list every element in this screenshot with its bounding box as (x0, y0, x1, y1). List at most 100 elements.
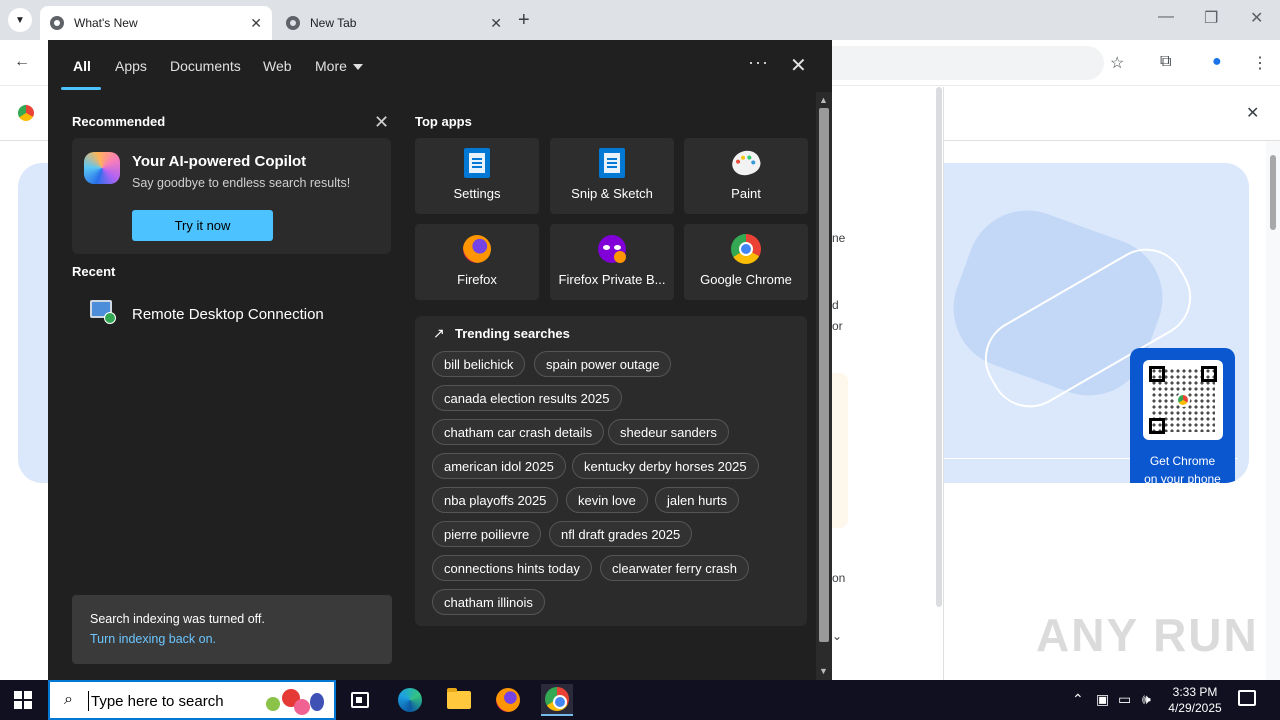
tab-new-tab[interactable]: New Tab ✕ (276, 6, 512, 40)
bookmark-star-icon[interactable]: ☆ (1110, 53, 1124, 73)
tab-whats-new[interactable]: What's New ✕ (40, 6, 272, 40)
new-tab-button[interactable]: + (518, 9, 530, 32)
filter-more-label: More (315, 58, 347, 74)
network-icon[interactable]: ▭ (1118, 691, 1131, 708)
chrome-favicon-icon (50, 16, 64, 30)
tab-search-button[interactable]: ▼ (8, 8, 32, 32)
window-close-icon[interactable]: ✕ (1250, 8, 1263, 28)
trending-chip[interactable]: chatham car crash details (432, 419, 605, 445)
remote-desktop-icon (90, 300, 116, 324)
infobar-close-icon[interactable]: ✕ (1246, 103, 1259, 123)
menu-kebab-icon[interactable]: ⋮ (1252, 53, 1268, 73)
tab-close-icon[interactable]: ✕ (250, 15, 262, 32)
firefox-icon (496, 688, 520, 712)
page-scrollbar[interactable] (1266, 141, 1280, 680)
firefox-private-icon (596, 234, 628, 264)
notification-icon[interactable] (1238, 690, 1256, 706)
top-apps-heading: Top apps (415, 114, 472, 129)
clock[interactable]: 3:33 PM 4/29/2025 (1160, 684, 1230, 716)
trending-chip[interactable]: bill belichick (432, 351, 526, 377)
scroll-up-icon[interactable]: ▲ (819, 95, 828, 105)
profile-icon[interactable]: ● (1212, 53, 1222, 71)
edge-icon (398, 688, 422, 712)
filter-web[interactable]: Web (263, 58, 292, 74)
filter-more[interactable]: More (315, 58, 363, 74)
trending-chip[interactable]: nfl draft grades 2025 (549, 521, 693, 547)
task-view-button[interactable] (344, 684, 376, 716)
taskbar-search-box[interactable]: ⌕ (48, 680, 336, 720)
extensions-icon[interactable]: ⧉ (1160, 53, 1171, 71)
app-name: Snip & Sketch (571, 186, 653, 201)
device-icon[interactable]: ▣ (1096, 691, 1109, 708)
app-tile-firefox[interactable]: Firefox (415, 224, 539, 300)
copilot-icon (84, 152, 120, 184)
trending-chip[interactable]: connections hints today (432, 555, 592, 581)
address-bar[interactable] (832, 46, 1104, 80)
taskbar-edge[interactable] (394, 684, 426, 716)
back-arrow-icon[interactable]: ← (14, 53, 30, 71)
app-tile-google-chrome[interactable]: Google Chrome (684, 224, 808, 300)
trending-chip[interactable]: spain power outage (534, 351, 672, 377)
taskbar: ⌕ ⌃ ▣ ▭ 🕪 3:33 PM 4/29/2025 (0, 680, 1280, 720)
trending-searches-card: ↗ Trending searches bill belichick spain… (415, 316, 807, 626)
search-input[interactable] (88, 691, 248, 711)
taskbar-chrome[interactable] (541, 684, 573, 716)
try-it-now-button[interactable]: Try it now (132, 210, 273, 241)
app-tile-snip-sketch[interactable]: Snip & Sketch (550, 138, 674, 214)
trending-chip[interactable]: kentucky derby horses 2025 (572, 453, 759, 479)
clock-date: 4/29/2025 (1168, 701, 1222, 715)
trending-chip[interactable]: nba playoffs 2025 (432, 487, 559, 513)
chrome-logo-icon (1176, 393, 1190, 407)
chrome-logo-icon (18, 105, 34, 121)
trending-chip[interactable]: chatham illinois (432, 589, 545, 615)
chevron-up-icon[interactable]: ⌃ (1072, 691, 1084, 708)
taskbar-firefox[interactable] (492, 684, 524, 716)
chevron-down-icon[interactable]: ⌄ (832, 629, 842, 643)
copilot-subtitle: Say goodbye to endless search results! (132, 176, 351, 190)
trending-chip[interactable]: kevin love (566, 487, 648, 513)
scrollbar-thumb[interactable] (1270, 155, 1276, 230)
minimize-icon[interactable]: — (1158, 8, 1174, 26)
filter-documents[interactable]: Documents (170, 58, 241, 74)
volume-icon[interactable]: 🕪 (1142, 691, 1151, 708)
qr-card[interactable]: Get Chrome on your phone (1130, 348, 1235, 483)
trending-chip[interactable]: shedeur sanders (608, 419, 729, 445)
indexing-message: Search indexing was turned off. (90, 612, 265, 626)
search-filter-bar: All Apps Documents Web More ··· ✕ (48, 40, 832, 92)
app-tile-firefox-private[interactable]: Firefox Private B... (550, 224, 674, 300)
indexing-notice: Search indexing was turned off. Turn ind… (72, 595, 392, 664)
paint-palette-icon (728, 146, 764, 180)
text-fragment: ne (832, 231, 846, 245)
trending-chip[interactable]: jalen hurts (655, 487, 739, 513)
recent-item-remote-desktop[interactable]: Remote Desktop Connection (72, 292, 391, 336)
trending-chip[interactable]: canada election results 2025 (432, 385, 622, 411)
firefox-icon (461, 234, 493, 264)
dismiss-recommended-icon[interactable]: ✕ (374, 112, 389, 133)
folder-icon (447, 688, 471, 709)
more-options-icon[interactable]: ··· (748, 52, 769, 73)
watermark: ANY RUN (1036, 609, 1259, 661)
search-icon: ⌕ (64, 691, 73, 708)
close-icon[interactable]: ✕ (790, 53, 807, 78)
scrollbar-thumb[interactable] (819, 108, 829, 642)
taskbar-file-explorer[interactable] (443, 684, 475, 716)
restore-icon[interactable]: ❐ (1204, 8, 1218, 28)
scroll-down-icon[interactable]: ▼ (819, 666, 828, 676)
tab-close-icon[interactable]: ✕ (490, 15, 502, 32)
turn-indexing-on-link[interactable]: Turn indexing back on. (90, 632, 216, 646)
qr-caption: Get Chrome on your phone (1144, 454, 1221, 483)
trending-chip[interactable]: pierre poilievre (432, 521, 542, 547)
app-tile-paint[interactable]: Paint (684, 138, 808, 214)
windows-start-icon[interactable] (14, 691, 32, 709)
filter-all[interactable]: All (73, 58, 91, 74)
qr-finder (1149, 418, 1165, 434)
app-name: Google Chrome (700, 272, 792, 287)
panel-scrollbar[interactable]: ▲ ▼ (816, 92, 832, 680)
trending-chip[interactable]: american idol 2025 (432, 453, 566, 479)
filter-apps[interactable]: Apps (115, 58, 147, 74)
app-tile-settings[interactable]: Settings (415, 138, 539, 214)
card-scrollbar[interactable] (936, 87, 942, 607)
text-fragment: d (832, 298, 839, 312)
recent-heading: Recent (72, 264, 116, 279)
trending-chip[interactable]: clearwater ferry crash (600, 555, 749, 581)
